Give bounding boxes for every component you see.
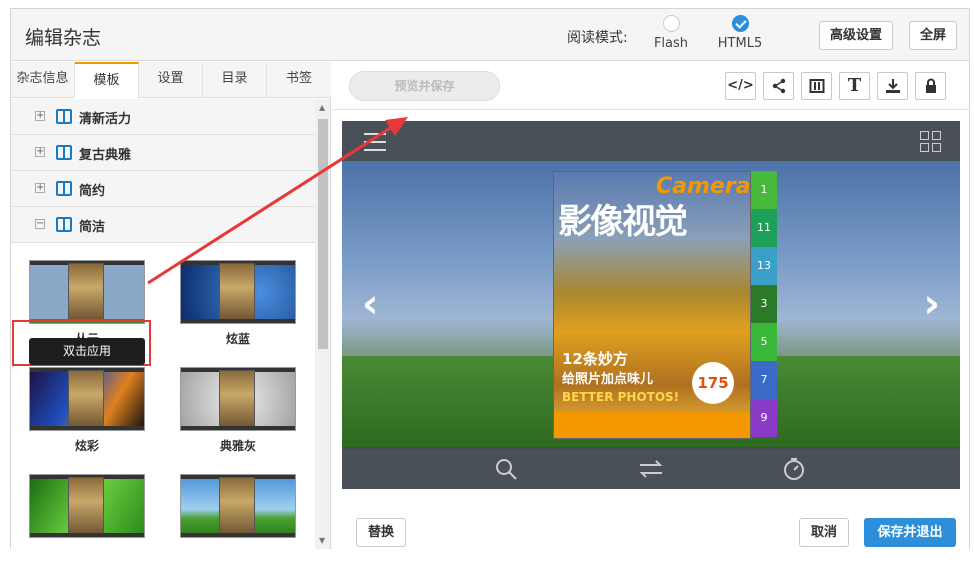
text-icon[interactable]: T <box>839 72 870 100</box>
tab-settings[interactable]: 设置 <box>139 62 203 98</box>
template-caption: 典雅灰 <box>219 439 256 453</box>
tree-label: 复古典雅 <box>79 148 132 163</box>
page-tab-5[interactable]: 5 <box>751 323 777 361</box>
menu-icon[interactable] <box>364 133 386 157</box>
tab-magazine-info[interactable]: 杂志信息 <box>11 62 75 98</box>
scroll-up-icon[interactable]: ▲ <box>319 103 325 112</box>
flipbook-preview: ‹ › Camera 影像视觉 12条妙方 给照片加点味儿 BETTER PHO… <box>342 121 960 489</box>
flip-mode-icon[interactable] <box>638 457 664 486</box>
mode-html5-label: HTML5 <box>717 36 763 51</box>
template-item-sky[interactable] <box>180 474 296 538</box>
folder-icon <box>56 145 72 160</box>
fullscreen-button[interactable]: 全屏 <box>909 21 958 50</box>
tree-row-simple[interactable]: + 简约 <box>11 171 315 207</box>
tree-label: 简洁 <box>79 220 106 235</box>
cancel-button[interactable]: 取消 <box>799 518 849 547</box>
prev-page-icon[interactable]: ‹ <box>362 281 378 327</box>
radio-flash[interactable] <box>662 15 680 32</box>
page-title: 编辑杂志 <box>25 27 102 49</box>
share-icon[interactable] <box>763 72 794 100</box>
magazine-cover[interactable]: Camera 影像视觉 12条妙方 给照片加点味儿 BETTER PHOTOS!… <box>553 171 751 439</box>
download-icon[interactable] <box>877 72 908 100</box>
collapse-icon[interactable]: − <box>35 219 45 229</box>
template-item-dianyahui[interactable]: 典雅灰 <box>180 367 296 454</box>
header-bar: 编辑杂志 阅读模式: Flash HTML5 高级设置 全屏 <box>11 9 969 61</box>
template-thumbnail[interactable] <box>180 367 296 431</box>
mode-html5-option[interactable]: HTML5 <box>710 15 770 51</box>
stage-top-bar <box>342 121 960 161</box>
template-thumbnail[interactable] <box>29 367 145 431</box>
zoom-icon[interactable] <box>494 457 518 486</box>
advanced-settings-button[interactable]: 高级设置 <box>819 21 894 50</box>
template-caption: 炫彩 <box>74 439 99 453</box>
page-tab-1[interactable]: 1 <box>751 171 777 209</box>
folder-icon <box>56 109 72 124</box>
tree-label: 清新活力 <box>79 112 132 127</box>
page-tab-3[interactable]: 3 <box>751 285 777 323</box>
save-exit-button[interactable]: 保存并退出 <box>864 518 956 547</box>
expand-icon[interactable]: + <box>35 147 45 157</box>
next-page-icon[interactable]: › <box>924 281 940 327</box>
mode-flash-label: Flash <box>653 36 689 51</box>
magazine-badge: 175 <box>692 362 734 404</box>
autoplay-timer-icon[interactable] <box>782 457 806 486</box>
page-tab-7[interactable]: 7 <box>751 361 777 399</box>
tree-row-clean[interactable]: − 简洁 <box>11 207 315 243</box>
magazine-title: 影像视觉 <box>558 202 688 242</box>
page-tab-11[interactable]: 11 <box>751 209 777 247</box>
lock-icon[interactable] <box>915 72 946 100</box>
template-item-xuancai[interactable]: 炫彩 <box>29 367 145 454</box>
scrollbar-thumb[interactable] <box>318 119 328 349</box>
mode-flash-option[interactable]: Flash <box>641 15 701 51</box>
magazine-english-headline: BETTER PHOTOS! <box>562 390 680 404</box>
template-caption: 炫蓝 <box>225 332 250 346</box>
tab-contents[interactable]: 目录 <box>203 62 267 98</box>
tab-bookmarks[interactable]: 书签 <box>267 62 331 98</box>
radio-html5[interactable] <box>731 15 749 32</box>
tab-bar: 杂志信息 模板 设置 目录 书签 <box>11 62 331 99</box>
thumbnails-icon[interactable] <box>920 131 942 153</box>
template-item-green[interactable] <box>29 474 145 538</box>
code-icon[interactable]: </> <box>725 72 756 100</box>
preview-panel: 预览并保存 </> T ‹ › Camera 影像视觉 12条妙方 给照片加点味… <box>332 62 969 549</box>
folder-icon <box>56 181 72 196</box>
folder-icon <box>56 217 72 232</box>
tree-row-retro[interactable]: + 复古典雅 <box>11 135 315 171</box>
template-thumbnail[interactable] <box>180 260 296 324</box>
book-icon[interactable] <box>801 72 832 100</box>
page-tab-9[interactable]: 9 <box>751 399 777 437</box>
read-mode-label: 阅读模式: <box>567 30 628 46</box>
scrollbar[interactable]: ▲ ▼ <box>315 99 330 549</box>
tab-template[interactable]: 模板 <box>75 62 139 99</box>
page-tab-13[interactable]: 13 <box>751 247 777 285</box>
template-thumbnail[interactable] <box>29 474 145 538</box>
stage-bottom-bar <box>342 449 960 489</box>
left-panel: 杂志信息 模板 设置 目录 书签 + 清新活力 + 复古典雅 + 简约 − 简洁 <box>11 62 331 549</box>
expand-icon[interactable]: + <box>35 183 45 193</box>
template-item-xuanlan[interactable]: 炫蓝 <box>180 260 296 347</box>
scroll-down-icon[interactable]: ▼ <box>319 536 325 545</box>
magazine-subheadline: 给照片加点味儿 <box>562 372 654 387</box>
replace-button[interactable]: 替换 <box>356 518 406 547</box>
template-thumbnail[interactable] <box>29 260 145 324</box>
tree-row-fresh[interactable]: + 清新活力 <box>11 99 315 135</box>
preview-toolbar: 预览并保存 </> T <box>332 62 969 110</box>
editor-window: 编辑杂志 阅读模式: Flash HTML5 高级设置 全屏 杂志信息 模板 设… <box>10 8 970 549</box>
preview-save-button[interactable]: 预览并保存 <box>349 71 500 101</box>
expand-icon[interactable]: + <box>35 111 45 121</box>
magazine-footer <box>554 412 750 438</box>
tree-label: 简约 <box>79 184 106 199</box>
magazine-headline: 12条妙方 <box>562 350 628 368</box>
template-thumbnail[interactable] <box>180 474 296 538</box>
apply-tooltip: 双击应用 <box>29 338 145 365</box>
